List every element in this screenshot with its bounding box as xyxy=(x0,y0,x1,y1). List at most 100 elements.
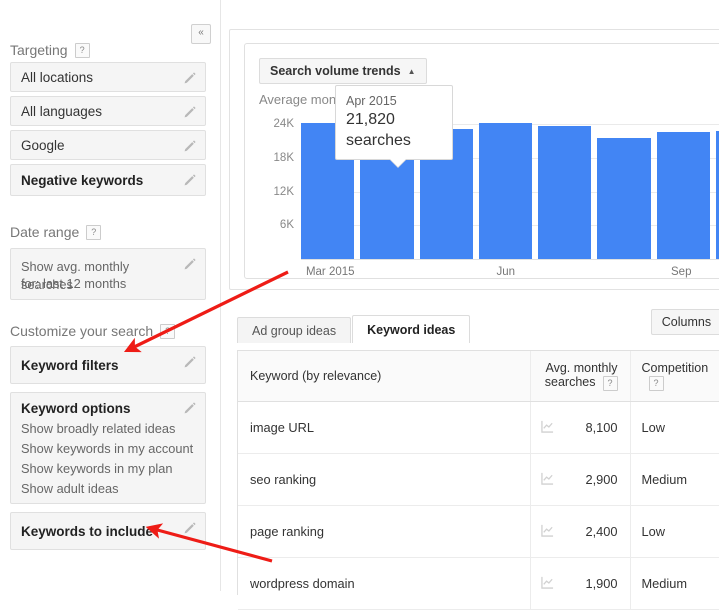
competition-help-icon[interactable]: ? xyxy=(648,376,664,391)
chevron-up-icon: ▲ xyxy=(407,66,416,76)
date-range-panel[interactable]: Show avg. monthly searches for: last 12 … xyxy=(10,248,206,300)
targeting-item-negative-keywords[interactable]: Negative keywords xyxy=(10,164,206,196)
date-range-help-icon[interactable]: ? xyxy=(86,224,102,240)
cell-keyword[interactable]: image URL xyxy=(238,401,530,454)
results-tabs: Ad group ideas Keyword ideas xyxy=(237,315,471,343)
cell-competition: Low xyxy=(629,505,719,558)
column-header-keyword-label: Keyword (by relevance) xyxy=(250,369,382,383)
column-header-keyword[interactable]: Keyword (by relevance) xyxy=(238,351,530,402)
tab-ad-group-ideas[interactable]: Ad group ideas xyxy=(237,317,352,343)
tooltip-pointer xyxy=(389,158,407,167)
chart-bar[interactable] xyxy=(597,138,651,259)
line-chart-icon[interactable] xyxy=(540,420,554,436)
targeting-heading-label: Targeting xyxy=(10,42,68,58)
line-chart-icon[interactable] xyxy=(540,524,554,540)
line-chart-icon[interactable] xyxy=(540,472,554,488)
column-header-line-1: Avg. monthly xyxy=(545,361,618,376)
y-axis-tick-label: 12K xyxy=(273,185,294,198)
tab-label: Ad group ideas xyxy=(252,323,337,338)
targeting-heading: Targeting ? xyxy=(10,42,90,58)
keywords-to-include-panel[interactable]: Keywords to include xyxy=(10,512,206,550)
chart-bar[interactable] xyxy=(478,123,532,259)
column-header-line-2: searches xyxy=(544,375,596,390)
keyword-options-panel[interactable]: Keyword options Show broadly related ide… xyxy=(10,392,206,504)
targeting-item-label: Google xyxy=(21,138,65,153)
search-volume-chart-card: Search volume trends ▲ Average mont 6K 12… xyxy=(244,43,719,279)
targeting-item-all-locations[interactable]: All locations xyxy=(10,62,206,92)
table-row[interactable]: seo ranking 2,900 Medium xyxy=(238,453,719,506)
column-header-competition-label: Competition xyxy=(641,361,709,375)
targeting-item-label: All languages xyxy=(21,104,103,119)
edit-pencil-icon[interactable] xyxy=(184,105,197,118)
y-axis-tick-label: 18K xyxy=(273,151,294,164)
targeting-item-google[interactable]: Google xyxy=(10,130,206,160)
keyword-filters-panel[interactable]: Keyword filters xyxy=(10,346,206,384)
cell-keyword[interactable]: page ranking xyxy=(238,505,530,558)
cell-avg-monthly-searches: 8,100 xyxy=(529,401,630,454)
cell-competition: Medium xyxy=(629,453,719,506)
customize-search-heading-label: Customize your search xyxy=(10,323,154,339)
cell-avg-monthly-searches: 2,400 xyxy=(529,505,630,558)
edit-pencil-icon[interactable] xyxy=(184,139,197,152)
columns-button[interactable]: Columns ▼ xyxy=(650,309,719,335)
targeting-item-label: All locations xyxy=(21,70,94,85)
cell-searches-value: 2,400 xyxy=(585,524,618,539)
edit-pencil-icon[interactable] xyxy=(184,257,197,270)
x-axis-tick-label: Jun xyxy=(496,266,516,278)
left-sidebar: « Targeting ? All locations All language… xyxy=(0,0,220,591)
chart-outer-panel: Search volume trends ▲ Average mont 6K 12… xyxy=(229,29,719,290)
table-header-row: Keyword (by relevance) Avg. monthly sear… xyxy=(238,351,719,402)
customize-search-heading: Customize your search ? xyxy=(10,323,176,339)
targeting-help-icon[interactable]: ? xyxy=(74,42,90,58)
keyword-filters-label: Keyword filters xyxy=(21,358,119,373)
edit-pencil-icon[interactable] xyxy=(184,173,197,186)
table-row[interactable]: wordpress domain 1,900 Medium xyxy=(238,557,719,610)
tooltip-value: 21,820 searches xyxy=(346,111,411,149)
date-range-heading-label: Date range xyxy=(10,224,80,240)
edit-pencil-icon[interactable] xyxy=(184,521,197,534)
columns-button-label: Columns xyxy=(661,315,712,329)
cell-searches-value: 8,100 xyxy=(585,420,618,435)
table-row[interactable]: page ranking 2,400 Low xyxy=(238,505,719,558)
search-volume-trends-label: Search volume trends xyxy=(270,64,401,78)
main-content: Search volume trends ▲ Average mont 6K 12… xyxy=(221,0,719,610)
x-axis-tick-label: Mar 2015 xyxy=(305,266,355,278)
collapse-sidebar-icon[interactable]: « xyxy=(191,24,211,44)
targeting-item-label: Negative keywords xyxy=(21,173,144,188)
app-root: « Targeting ? All locations All language… xyxy=(0,0,719,610)
cell-searches-value: 1,900 xyxy=(585,576,618,591)
cell-searches-value: 2,900 xyxy=(585,472,618,487)
chart-bar[interactable] xyxy=(656,132,710,259)
tab-keyword-ideas[interactable]: Keyword ideas xyxy=(352,315,471,343)
table-row[interactable]: image URL 8,100 Low xyxy=(238,401,719,454)
cell-avg-monthly-searches: 1,900 xyxy=(529,557,630,610)
date-range-line-2: for: last 12 months xyxy=(21,276,127,291)
keyword-option-adult-ideas[interactable]: Show adult ideas xyxy=(21,480,118,498)
cell-competition: Low xyxy=(629,401,719,454)
cell-keyword[interactable]: seo ranking xyxy=(238,453,530,506)
chart-bar[interactable] xyxy=(538,125,592,259)
keyword-option-my-account[interactable]: Show keywords in my account xyxy=(21,440,193,458)
keyword-option-broadly-related[interactable]: Show broadly related ideas xyxy=(21,420,175,438)
chart-x-axis: Mar 2015 Jun Sep xyxy=(301,266,719,282)
average-monthly-label: Average mont xyxy=(259,92,340,107)
keyword-option-my-plan[interactable]: Show keywords in my plan xyxy=(21,460,173,478)
y-axis-tick-label: 24K xyxy=(273,118,294,131)
edit-pencil-icon[interactable] xyxy=(184,71,197,84)
edit-pencil-icon[interactable] xyxy=(184,401,197,414)
edit-pencil-icon[interactable] xyxy=(184,355,197,368)
cell-keyword[interactable]: wordpress domain xyxy=(238,557,530,610)
keywords-to-include-label: Keywords to include xyxy=(21,524,154,539)
date-range-heading: Date range ? xyxy=(10,224,102,240)
search-volume-trends-dropdown[interactable]: Search volume trends ▲ xyxy=(259,58,427,84)
line-chart-icon[interactable] xyxy=(540,576,554,592)
column-header-competition[interactable]: Competition? xyxy=(629,351,719,402)
y-axis-tick-label: 6K xyxy=(279,219,294,232)
column-header-avg-monthly-searches[interactable]: Avg. monthly searches? xyxy=(529,351,630,402)
keyword-ideas-table: Keyword (by relevance) Avg. monthly sear… xyxy=(237,350,719,610)
targeting-item-all-languages[interactable]: All languages xyxy=(10,96,206,126)
x-axis-tick-label: Sep xyxy=(671,266,692,278)
x-axis-baseline xyxy=(301,259,719,260)
customize-search-help-icon[interactable]: ? xyxy=(160,323,176,339)
avg-searches-help-icon[interactable]: ? xyxy=(602,375,618,391)
